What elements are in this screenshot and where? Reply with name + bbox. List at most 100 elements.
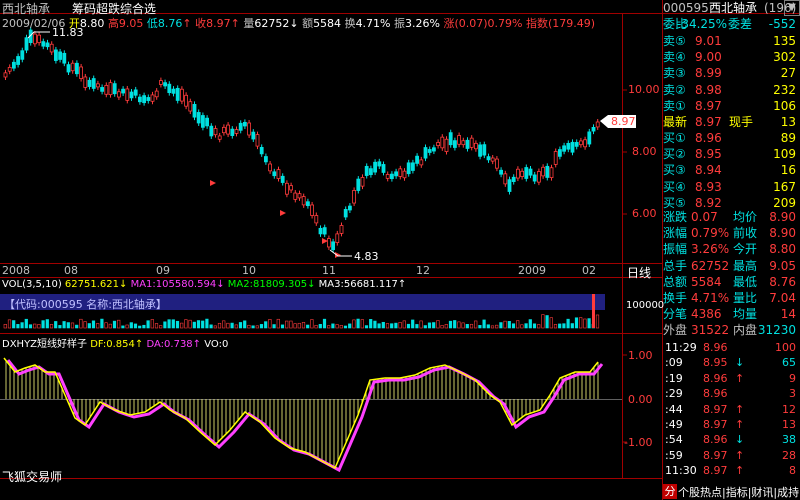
chg-pct: 0.79% bbox=[487, 17, 523, 30]
high-value: 9.05 bbox=[118, 17, 144, 30]
tick-vol: 3 bbox=[789, 387, 796, 401]
tick-arrow: ↑ bbox=[735, 464, 745, 478]
osc-title: DXHYZ短线好样子 bbox=[2, 339, 88, 350]
tick-price: 8.96 bbox=[703, 433, 728, 447]
tick-row: :09 8.95 ↓ 65 bbox=[663, 355, 800, 371]
stat-row: 涨跌 0.07 均价 8.90 bbox=[663, 210, 796, 224]
ask-row: 卖⑤ 9.01 135 bbox=[663, 34, 796, 48]
tick-price: 8.97 bbox=[703, 418, 728, 431]
time-axis-02: 02 bbox=[582, 264, 596, 277]
rp-name: 西北轴承 bbox=[709, 1, 758, 15]
price-axis-10: 10.00 bbox=[628, 83, 660, 96]
tick-arrow: ↑ bbox=[735, 448, 745, 462]
stat-value: 0.79% bbox=[691, 226, 730, 241]
chg-value: (0.07) bbox=[454, 17, 488, 30]
rp-last: 8.97 bbox=[695, 115, 722, 129]
tick-vol: 9 bbox=[789, 371, 796, 385]
tick-time: :54 bbox=[665, 433, 683, 447]
rp-outer: 31522 bbox=[691, 323, 730, 337]
osc-axis-neg1: -1.00 bbox=[624, 436, 653, 449]
tick-vol: 100 bbox=[775, 341, 796, 354]
low-value: 8.76 bbox=[157, 17, 183, 30]
stat-value: 7.04 bbox=[769, 291, 796, 305]
time-axis-10: 10 bbox=[242, 264, 256, 277]
tick-time: :44 bbox=[665, 402, 683, 416]
da-line bbox=[6, 359, 604, 473]
stat-value: 62752 bbox=[691, 258, 730, 273]
rp-title: 000595 西北轴承 (196) bbox=[663, 0, 800, 17]
price-axis-8: 8.00 bbox=[632, 145, 657, 158]
time-axis-2008: 2008 bbox=[2, 264, 30, 277]
tick-price: 8.96 bbox=[703, 371, 728, 385]
ask-row: 卖① 8.97 106 bbox=[663, 98, 796, 113]
period-label[interactable]: 日线 bbox=[627, 264, 651, 281]
turn-value: 4.71% bbox=[355, 17, 391, 30]
ask-row: 卖③ 8.99 27 bbox=[663, 66, 796, 81]
rp-inner: 31230 bbox=[757, 323, 796, 337]
watermark: 飞狐交易师 bbox=[2, 470, 63, 484]
price-axis-6: 6.00 bbox=[632, 207, 657, 220]
stat-value: 4.71% bbox=[691, 291, 730, 305]
volume-ma1: MA1:105580.594 bbox=[130, 279, 217, 290]
osc-axis-1: 1.00 bbox=[628, 349, 653, 362]
stat-row: 总额 5584 最低 8.76 bbox=[663, 274, 796, 289]
tick-arrow: ↑ bbox=[735, 371, 745, 385]
tick-vol: 38 bbox=[782, 433, 796, 447]
ask-price: 9.01 bbox=[695, 34, 722, 48]
rp-last-row: 最新 8.97 现手 13 bbox=[663, 115, 796, 129]
tick-arrow: ↓ bbox=[735, 356, 745, 370]
stat-row: 换手 4.71% 量比 7.04 bbox=[663, 291, 796, 305]
tick-time: :29 bbox=[665, 387, 683, 401]
stat-value: 0.07 bbox=[691, 210, 718, 224]
stat-value: 14 bbox=[780, 307, 796, 322]
bid-price: 8.95 bbox=[695, 147, 722, 162]
tick-price: 8.97 bbox=[703, 464, 728, 478]
time-axis-2009: 2009 bbox=[518, 264, 546, 277]
bid-vol: 89 bbox=[780, 131, 796, 145]
amt-value: 5584 bbox=[313, 17, 342, 30]
bid-price: 8.93 bbox=[695, 179, 722, 194]
rp-hand: 13 bbox=[780, 115, 796, 129]
tick-time: 11:29 bbox=[665, 341, 697, 354]
bid-vol: 109 bbox=[773, 147, 796, 162]
volume-value: 62751.621 bbox=[64, 279, 119, 290]
bid-vol: 16 bbox=[780, 163, 796, 178]
osc-axis-0: 0.00 bbox=[628, 393, 653, 406]
time-axis-08: 08 bbox=[64, 264, 78, 277]
tab-fen[interactable]: 分 bbox=[663, 484, 677, 499]
stat-value: 5584 bbox=[691, 274, 722, 289]
rp-outer-inner-row: 外盘 31522 内盘 31230 bbox=[663, 323, 796, 337]
candlesticks bbox=[3, 27, 600, 258]
low-annotation: 4.83 bbox=[354, 250, 379, 263]
rp-bottom-links[interactable]: 个股热点|指标|财讯|成持|解 bbox=[678, 484, 800, 500]
bid-row: 买② 8.95 109 bbox=[663, 147, 796, 162]
rp-weicha: -552 bbox=[768, 17, 796, 31]
tick-price: 8.96 bbox=[703, 341, 728, 354]
ask-vol: 135 bbox=[773, 34, 796, 48]
bar-info: 2009/02/06 开8.80 高9.05 低8.76↑ 收8.97↑ 量62… bbox=[2, 17, 596, 30]
tick-row: :44 8.97 ↑ 12 bbox=[663, 402, 800, 418]
stat-row: 涨幅 0.79% 前收 8.90 bbox=[663, 226, 796, 241]
tick-time: :19 bbox=[665, 371, 683, 385]
open-value: 8.80 bbox=[79, 17, 105, 30]
tick-vol: 13 bbox=[782, 418, 796, 431]
chevron-down-icon[interactable]: ▼ bbox=[784, 0, 800, 16]
ask-price: 9.00 bbox=[695, 50, 722, 65]
volume-axis: 100000 bbox=[626, 300, 665, 311]
stat-value: 3.26% bbox=[691, 242, 730, 257]
price-tag: 8.97 bbox=[611, 115, 636, 128]
ask-vol: 302 bbox=[773, 50, 796, 65]
amp-value: 3.26% bbox=[405, 17, 440, 30]
volume-title-row: VOL(3,5,10) 62751.621↓ MA1:105580.594↓ M… bbox=[2, 279, 407, 290]
ask-row: 卖② 8.98 232 bbox=[663, 82, 796, 97]
time-axis-11: 11 bbox=[322, 264, 336, 277]
tick-vol: 8 bbox=[789, 464, 796, 478]
tick-arrow: ↑ bbox=[735, 418, 745, 431]
index-value: (179.49) bbox=[548, 17, 596, 30]
tick-row: :54 8.96 ↓ 38 bbox=[663, 432, 800, 448]
stat-value: 8.80 bbox=[769, 242, 796, 257]
osc-vo: VO:0 bbox=[204, 339, 229, 350]
tick-row: :19 8.96 ↑ 9 bbox=[663, 371, 800, 387]
tick-time: :09 bbox=[665, 356, 683, 370]
bid-row: 买④ 8.93 167 bbox=[663, 179, 796, 194]
